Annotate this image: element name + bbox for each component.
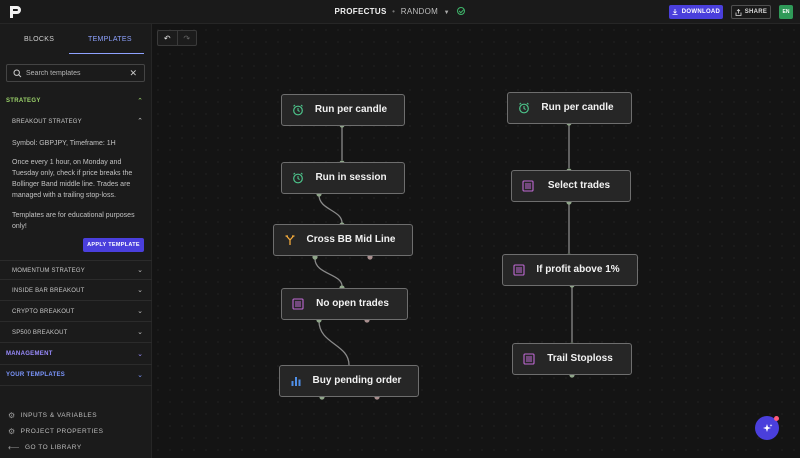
share-label: SHARE xyxy=(744,9,768,15)
apply-template-button[interactable]: APPLY TEMPLATE xyxy=(83,238,144,252)
caret-down-icon[interactable]: ▼ xyxy=(444,10,450,16)
share-icon xyxy=(735,8,742,16)
template-description: Once every 1 hour, on Monday and Tuesday… xyxy=(12,159,133,199)
notification-badge xyxy=(774,416,779,421)
project-mode: RANDOM xyxy=(400,7,439,16)
template-disclaimer: Templates are for educational purposes o… xyxy=(12,212,135,230)
wire xyxy=(318,194,343,224)
redo-icon[interactable]: ↷ xyxy=(178,31,197,45)
template-item-label: INSIDE BAR BREAKOUT xyxy=(12,288,85,294)
download-button[interactable]: DOWNLOAD xyxy=(669,5,723,19)
node-run-per-candle[interactable]: Run per candle xyxy=(281,94,405,126)
node-label: Run per candle xyxy=(541,102,614,113)
template-item-label: SP500 BREAKOUT xyxy=(12,330,68,336)
node-label: Cross BB Mid Line xyxy=(306,234,396,245)
node-label: Trail Stoploss xyxy=(547,353,613,364)
node-trail-stoploss[interactable]: Trail Stoploss xyxy=(512,343,632,375)
section-strategy[interactable]: STRATEGY ⌃ xyxy=(0,92,152,112)
node-label: Select trades xyxy=(547,180,611,191)
node-run-in-session[interactable]: Run in session xyxy=(281,162,405,194)
wire xyxy=(314,258,343,287)
active-tab-indicator xyxy=(69,53,144,54)
node-label: Run in session xyxy=(315,172,387,183)
template-symbol: Symbol: GBPJPY, Timeframe: 1H xyxy=(12,140,116,147)
node-if-profit-above[interactable]: If profit above 1% xyxy=(502,254,638,286)
template-crypto-breakout[interactable]: CRYPTO BREAKOUT ⌄ xyxy=(0,302,152,322)
share-button[interactable]: SHARE xyxy=(731,5,771,19)
gear-icon: ⚙ xyxy=(8,427,16,436)
template-breakout-strategy[interactable]: BREAKOUT STRATEGY ⌃ xyxy=(0,112,152,132)
go-to-library-link[interactable]: ⟵ GO TO LIBRARY xyxy=(8,443,82,452)
history-controls: ↶ ↷ xyxy=(157,30,197,46)
flow-canvas[interactable]: ↶ ↷ Run per candle Run in session Cross … xyxy=(152,24,800,458)
sparkle-icon xyxy=(762,423,772,432)
gear-icon: ⚙ xyxy=(8,411,16,420)
section-management[interactable]: MANAGEMENT ⌄ xyxy=(0,345,152,365)
node-select-trades[interactable]: Select trades xyxy=(511,170,631,202)
section-your-templates-label: YOUR TEMPLATES xyxy=(6,372,66,378)
search-icon xyxy=(13,69,22,78)
node-label: Buy pending order xyxy=(312,375,402,386)
section-management-label: MANAGEMENT xyxy=(6,351,53,357)
chevron-down-icon: ⌄ xyxy=(137,351,143,358)
template-inside-bar-breakout[interactable]: INSIDE BAR BREAKOUT ⌄ xyxy=(0,281,152,301)
node-label: Run per candle xyxy=(314,104,388,115)
connection-wires xyxy=(312,120,575,400)
arrow-left-icon: ⟵ xyxy=(8,443,20,452)
title-separator: • xyxy=(392,7,396,16)
node-buy-pending-order[interactable]: Buy pending order xyxy=(279,365,419,397)
download-icon xyxy=(672,9,678,15)
template-item-label: CRYPTO BREAKOUT xyxy=(12,309,75,315)
template-breakout-label: BREAKOUT STRATEGY xyxy=(12,119,82,125)
template-item-label: MOMENTUM STRATEGY xyxy=(12,268,85,274)
project-name: PROFECTUS xyxy=(334,7,387,16)
node-label: No open trades xyxy=(316,298,389,309)
search-input[interactable] xyxy=(26,67,126,79)
inputs-variables-label: INPUTS & VARIABLES xyxy=(20,412,98,419)
search-box: ✕ xyxy=(6,64,145,82)
node-cross-bb-mid-line[interactable]: Cross BB Mid Line xyxy=(273,224,413,256)
node-run-per-candle-2[interactable]: Run per candle xyxy=(507,92,632,124)
chevron-down-icon: ⌄ xyxy=(137,308,143,315)
chevron-up-icon: ⌃ xyxy=(137,98,143,105)
top-bar: PROFECTUS • RANDOM ▼ DOWNLOAD SHARE EN xyxy=(0,0,800,24)
section-your-templates[interactable]: YOUR TEMPLATES ⌄ xyxy=(0,366,152,386)
template-momentum-strategy[interactable]: MOMENTUM STRATEGY ⌄ xyxy=(0,260,152,280)
project-properties-label: PROJECT PROPERTIES xyxy=(20,428,104,435)
template-sp500-breakout[interactable]: SP500 BREAKOUT ⌄ xyxy=(0,323,152,343)
node-label: If profit above 1% xyxy=(536,264,620,275)
chevron-down-icon: ⌄ xyxy=(137,372,143,379)
wire xyxy=(318,320,350,366)
inputs-variables-link[interactable]: ⚙ INPUTS & VARIABLES xyxy=(8,411,97,420)
chevron-down-icon: ⌄ xyxy=(137,329,143,336)
chevron-down-icon: ⌄ xyxy=(137,287,143,294)
project-properties-link[interactable]: ⚙ PROJECT PROPERTIES xyxy=(8,427,103,436)
download-label: DOWNLOAD xyxy=(681,9,721,15)
section-strategy-label: STRATEGY xyxy=(6,98,41,104)
check-circle-icon xyxy=(457,7,466,15)
node-no-open-trades[interactable]: No open trades xyxy=(281,288,408,320)
ai-assistant-button[interactable] xyxy=(755,416,779,440)
go-to-library-label: GO TO LIBRARY xyxy=(24,444,82,451)
chevron-up-icon: ⌃ xyxy=(137,118,143,125)
avatar[interactable]: EN xyxy=(779,5,793,19)
undo-icon[interactable]: ↶ xyxy=(158,31,178,45)
tab-templates[interactable]: TEMPLATES xyxy=(88,36,132,43)
clear-search-icon[interactable]: ✕ xyxy=(129,68,137,79)
chevron-down-icon: ⌄ xyxy=(137,267,143,274)
sidebar: BLOCKS TEMPLATES ✕ STRATEGY ⌃ BREAKOUT S… xyxy=(0,24,152,458)
sidebar-tabs: BLOCKS TEMPLATES xyxy=(0,24,152,54)
tab-blocks[interactable]: BLOCKS xyxy=(24,36,54,43)
